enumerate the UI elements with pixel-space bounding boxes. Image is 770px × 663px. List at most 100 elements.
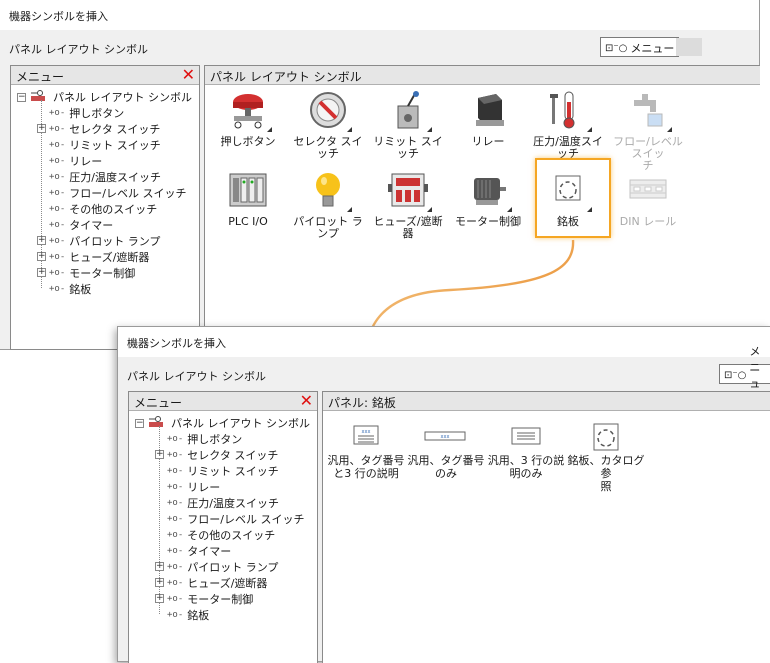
- nameplate-item-label: 汎用、タグ番号 と3 行の説明: [327, 454, 405, 480]
- collapse-icon[interactable]: −: [17, 92, 26, 102]
- tree-item-2[interactable]: +o- タイマー: [167, 543, 231, 559]
- symbol-node-icon: +o-: [49, 252, 66, 262]
- symbol-node-icon: +o-: [49, 268, 66, 278]
- symbol-item[interactable]: リレー: [449, 90, 527, 148]
- symbol-item[interactable]: PLC I/O: [209, 170, 287, 228]
- symbol-node-icon: +o-: [49, 108, 66, 118]
- symbol-node-icon: +o-: [49, 188, 66, 198]
- symbol-item[interactable]: モーター制御: [449, 170, 527, 228]
- nameplate-item[interactable]: xxx 汎用、タグ番号 のみ: [405, 422, 487, 480]
- symbol-item-label: セレクタ スイッチ: [293, 135, 363, 160]
- expand-icon[interactable]: +: [37, 268, 46, 277]
- svg-text:xxx: xxx: [362, 429, 371, 435]
- symbol-item[interactable]: セレクタ スイッチ: [289, 90, 367, 160]
- tree-item-label: リレー: [187, 481, 221, 494]
- din-rail-icon: [628, 170, 668, 210]
- tree-item-2[interactable]: +o- その他のスイッチ: [167, 527, 275, 543]
- insert-symbol-window-1: 機器シンボルを挿入 パネル レイアウト シンボル ⊡⁻○ メニュー メニュー ✕…: [0, 0, 760, 350]
- tree-item-label: パイロット ランプ: [69, 235, 161, 248]
- expand-icon[interactable]: +: [37, 124, 46, 133]
- collapse-icon[interactable]: −: [135, 418, 144, 428]
- close-icon-2[interactable]: ✕: [300, 393, 313, 409]
- nameplate-item[interactable]: xxx 汎用、タグ番号 と3 行の説明: [325, 422, 407, 480]
- tree-item[interactable]: +o- 押しボタン: [49, 105, 124, 121]
- tree-item-label: セレクタ スイッチ: [187, 449, 279, 462]
- symbol-item[interactable]: リミット スイッチ: [369, 90, 447, 160]
- nameplate-item[interactable]: 汎用、3 行の説 明のみ: [485, 422, 567, 480]
- close-icon[interactable]: ✕: [182, 67, 195, 83]
- expand-icon[interactable]: +: [155, 594, 164, 603]
- tree-root[interactable]: − パネル レイアウト シンボル: [17, 89, 192, 105]
- symbol-item[interactable]: パイロット ランプ: [289, 170, 367, 240]
- symbol-item-label: モーター制御: [455, 215, 521, 228]
- tree-item-label: フロー/レベル スイッチ: [187, 513, 305, 526]
- symbol-node-icon: +o-: [49, 140, 66, 150]
- tree-item[interactable]: +o- モーター制御: [49, 265, 135, 281]
- tree-item[interactable]: +o- パイロット ランプ: [49, 233, 160, 249]
- symbol-item-label: リレー: [471, 135, 505, 148]
- tree-item-label: フロー/レベル スイッチ: [69, 187, 187, 200]
- expand-icon[interactable]: +: [155, 578, 164, 587]
- tree-item-2[interactable]: +o- 銘板: [167, 607, 209, 623]
- tree-item-2[interactable]: +o- モーター制御: [167, 591, 253, 607]
- symbol-node-icon: +o-: [167, 578, 184, 588]
- tree-item[interactable]: +o- リレー: [49, 153, 102, 169]
- menu-button-2[interactable]: ⊡⁻○ メニュー: [719, 345, 770, 406]
- nameplate-item[interactable]: 銘板、カタログ参 照: [565, 422, 647, 493]
- expand-icon[interactable]: +: [155, 562, 164, 571]
- tree-item-label: 圧力/温度スイッチ: [187, 497, 279, 510]
- tree-item-label: 銘板: [69, 283, 92, 296]
- tree-item[interactable]: +o- 圧力/温度スイッチ: [49, 169, 161, 185]
- tree-item-2[interactable]: +o- ヒューズ/遮断器: [167, 575, 267, 591]
- symbol-node-icon: +o-: [167, 482, 184, 492]
- symbol-item[interactable]: DIN レール: [609, 170, 687, 228]
- menu-panel-2: メニュー ✕ − パネル レイアウト シンボル +o- 押しボタン + +o- セレクタ ス…: [128, 391, 318, 663]
- expand-icon[interactable]: +: [37, 236, 46, 245]
- tree-item[interactable]: +o- 銘板: [49, 281, 91, 297]
- symbol-panel-header: パネル レイアウト シンボル: [205, 66, 760, 85]
- menu-tree: − パネル レイアウト シンボル +o- 押しボタン + +o- セレクタ スイッチ +o- リ…: [11, 86, 199, 349]
- tree-item[interactable]: +o- その他のスイッチ: [49, 201, 157, 217]
- symbol-node-icon: +o-: [167, 514, 184, 524]
- symbol-item-label: ヒューズ/遮断器: [373, 215, 443, 240]
- pushbutton-icon: [228, 90, 272, 132]
- symbol-node-icon: +o-: [49, 204, 66, 214]
- symbol-node-icon: +o-: [49, 156, 66, 166]
- tree-item-label: 圧力/温度スイッチ: [69, 171, 161, 184]
- symbol-item-label: パイロット ランプ: [293, 215, 363, 240]
- tree-item[interactable]: +o- リミット スイッチ: [49, 137, 161, 153]
- tree-item-2[interactable]: +o- 押しボタン: [167, 431, 242, 447]
- symbol-item[interactable]: フロー/レベル スイッ チ: [609, 90, 687, 172]
- toolbar: パネル レイアウト シンボル ⊡⁻○ メニュー: [0, 30, 759, 64]
- symbol-node-icon: +o-: [49, 284, 66, 294]
- tree-item-2[interactable]: +o- パイロット ランプ: [167, 559, 278, 575]
- symbol-node-icon: +o-: [167, 546, 184, 556]
- nameplate-3line-icon: [485, 422, 567, 454]
- expand-icon[interactable]: +: [37, 252, 46, 261]
- tree-item-2[interactable]: +o- フロー/レベル スイッチ: [167, 511, 304, 527]
- tree-item[interactable]: +o- セレクタ スイッチ: [49, 121, 160, 137]
- toolbar-tab[interactable]: [676, 38, 702, 56]
- tree-item[interactable]: +o- ヒューズ/遮断器: [49, 249, 149, 265]
- tree-item-2[interactable]: +o- リレー: [167, 479, 220, 495]
- menu-icon: ⊡⁻○: [605, 42, 628, 54]
- nameplate-item-label: 汎用、タグ番号 のみ: [407, 454, 485, 480]
- symbol-item[interactable]: 圧力/温度スイッチ: [529, 90, 607, 160]
- tree-item-2[interactable]: +o- 圧力/温度スイッチ: [167, 495, 279, 511]
- faucet-icon: [628, 90, 672, 132]
- menu-button[interactable]: ⊡⁻○ メニュー: [600, 37, 680, 57]
- relay-icon: [468, 90, 508, 130]
- tree-root-2[interactable]: − パネル レイアウト シンボル: [135, 415, 310, 431]
- tree-item[interactable]: +o- タイマー: [49, 217, 113, 233]
- expand-icon[interactable]: +: [155, 450, 164, 459]
- symbol-node-icon: +o-: [49, 236, 66, 246]
- tree-item-2[interactable]: +o- セレクタ スイッチ: [167, 447, 278, 463]
- toolbar-2: パネル レイアウト シンボル ⊡⁻○ メニュー: [118, 345, 770, 406]
- tree-item[interactable]: +o- フロー/レベル スイッチ: [49, 185, 186, 201]
- fuse-icon: [388, 170, 432, 212]
- tree-item-2[interactable]: +o- リミット スイッチ: [167, 463, 279, 479]
- breadcrumb-2: パネル レイアウト シンボル: [127, 370, 266, 383]
- symbol-item[interactable]: ヒューズ/遮断器: [369, 170, 447, 240]
- symbol-item[interactable]: 押しボタン: [209, 90, 287, 148]
- nameplate-panel: パネル: 銘板 xxx 汎用、タグ番号 と3 行の説明 xxx 汎用、タグ番号 のみ汎…: [322, 391, 770, 663]
